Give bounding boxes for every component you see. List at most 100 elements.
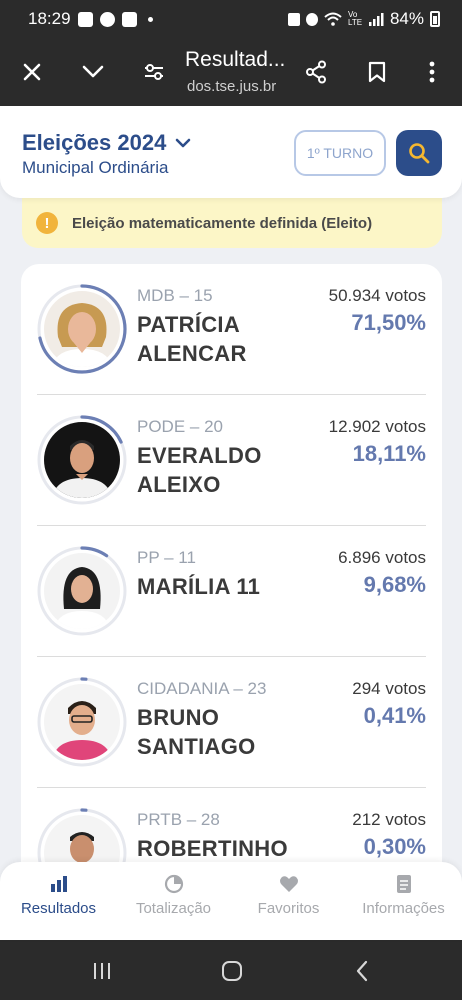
- browser-toolbar: Resultad... dos.tse.jus.br: [0, 38, 462, 106]
- election-title: Eleições 2024: [22, 130, 167, 155]
- nav-informacoes[interactable]: Informações: [346, 874, 461, 934]
- volte-label: Vo LTE: [347, 10, 363, 27]
- candidate-row[interactable]: PP – 11 MARÍLIA 11 6.896 votos 9,68%: [21, 526, 442, 657]
- candidate-photo: [44, 291, 120, 367]
- battery-percent: 84%: [389, 9, 424, 28]
- share-icon: [306, 60, 326, 84]
- site-settings-button[interactable]: [134, 52, 174, 92]
- heart-icon: [279, 876, 298, 892]
- candidate-party: MDB – 15: [137, 286, 213, 305]
- candidate-name-line: ALEIXO: [137, 472, 221, 497]
- close-tab-button[interactable]: [12, 52, 52, 92]
- candidate-photo: [44, 422, 120, 498]
- candidate-row[interactable]: MDB – 15 PATRÍCIA ALENCAR 50.934 votos 7…: [21, 264, 442, 395]
- nav-label: Totalização: [135, 900, 212, 917]
- turno-button[interactable]: 1º TURNO: [294, 130, 386, 176]
- candidate-name-line: EVERALDO: [137, 443, 262, 468]
- status-left: 18:29: [28, 9, 153, 29]
- candidate-party: CIDADANIA – 23: [137, 679, 267, 698]
- search-button[interactable]: [396, 130, 442, 176]
- back-button[interactable]: [348, 958, 376, 984]
- status-bar: 18:29 Vo LTE 84%: [0, 0, 462, 38]
- info-icon: !: [36, 212, 58, 234]
- more-notifications-icon: [147, 16, 153, 22]
- candidate-percent: 0,30%: [363, 834, 426, 859]
- whatsapp-notification-icon: [99, 11, 115, 27]
- candidate-row[interactable]: CIDADANIA – 23 BRUNO SANTIAGO 294 votos …: [21, 657, 442, 788]
- candidate-percent: 18,11%: [352, 441, 426, 466]
- more-options-button[interactable]: [412, 52, 452, 92]
- search-icon: [409, 143, 430, 164]
- alert-text: Eleição matematicamente definida (Eleito…: [72, 214, 373, 232]
- home-icon: [222, 961, 242, 981]
- candidate-percent: 0,41%: [363, 703, 426, 728]
- candidate-percent: 9,68%: [363, 572, 426, 597]
- alarm-icon: [305, 12, 318, 26]
- bottom-navigation: Resultados Totalização Favoritos Informa…: [0, 862, 462, 940]
- nav-label: Informações: [362, 900, 445, 917]
- share-button[interactable]: [296, 52, 336, 92]
- candidate-votes: 50.934 votos: [328, 286, 426, 305]
- page-title: Resultad...: [185, 48, 286, 71]
- election-selector[interactable]: Eleições 2024: [22, 130, 192, 156]
- candidate-avatar-ring: [37, 284, 127, 374]
- candidate-party: PODE – 20: [137, 417, 223, 436]
- battery-icon: [430, 11, 440, 27]
- candidate-party: PP – 11: [137, 548, 196, 567]
- candidate-name-line: BRUNO: [137, 705, 220, 730]
- status-right: Vo LTE 84%: [287, 9, 440, 29]
- nav-favoritos[interactable]: Favoritos: [231, 874, 346, 934]
- chevron-down-icon: [82, 65, 104, 78]
- election-header: Eleições 2024 Municipal Ordinária 1º TUR…: [0, 106, 462, 198]
- more-vertical-icon: [429, 61, 435, 83]
- recent-apps-button[interactable]: [88, 958, 116, 984]
- nav-label: Favoritos: [257, 900, 320, 917]
- candidate-avatar-ring: [37, 677, 127, 767]
- candidate-party: PRTB – 28: [137, 810, 220, 829]
- candidate-photo: [44, 553, 120, 629]
- close-icon: [23, 63, 41, 81]
- candidate-votes: 6.896 votos: [338, 548, 426, 567]
- candidate-row[interactable]: PODE – 20 EVERALDO ALEIXO 12.902 votos 1…: [21, 395, 442, 526]
- document-icon: [396, 875, 411, 893]
- results-list: MDB – 15 PATRÍCIA ALENCAR 50.934 votos 7…: [21, 264, 442, 940]
- minimize-button[interactable]: [73, 52, 113, 92]
- back-icon: [356, 960, 368, 982]
- pie-chart-icon: [164, 874, 183, 894]
- recent-apps-icon: [94, 963, 110, 979]
- status-time: 18:29: [28, 9, 71, 28]
- candidate-avatar-ring: [37, 415, 127, 505]
- nav-label: Resultados: [20, 900, 97, 917]
- candidate-name: ROBERTINHO: [137, 834, 307, 863]
- candidate-name-line: ROBERTINHO: [137, 836, 288, 861]
- bar-chart-icon: [50, 876, 67, 892]
- tune-icon: [145, 64, 163, 80]
- candidate-name: EVERALDO ALEIXO: [137, 441, 307, 499]
- candidate-votes: 12.902 votos: [328, 417, 426, 436]
- wifi-icon: [324, 12, 342, 26]
- candidate-votes: 212 votos: [352, 810, 426, 829]
- page-url[interactable]: dos.tse.jus.br: [187, 78, 276, 95]
- candidate-name-line: PATRÍCIA: [137, 312, 241, 337]
- candidate-name-line: MARÍLIA 11: [137, 574, 261, 599]
- vibrate-icon: [287, 12, 300, 26]
- candidate-photo: [44, 684, 120, 760]
- bookmark-icon: [368, 61, 386, 83]
- gallery-notification-icon: [77, 11, 93, 27]
- home-button[interactable]: [218, 958, 246, 984]
- candidate-name: PATRÍCIA ALENCAR: [137, 310, 307, 368]
- nav-totalizacao[interactable]: Totalização: [116, 874, 231, 934]
- chevron-down-icon: [176, 138, 191, 148]
- election-subtitle: Municipal Ordinária: [22, 158, 169, 177]
- signal-icon: [368, 13, 384, 26]
- page-content: Eleições 2024 Municipal Ordinária 1º TUR…: [0, 106, 462, 940]
- check-notification-icon: [121, 11, 137, 27]
- system-navigation: [0, 940, 462, 1000]
- bookmark-button[interactable]: [357, 52, 397, 92]
- candidate-name-line: SANTIAGO: [137, 734, 256, 759]
- candidate-name-line: ALENCAR: [137, 341, 247, 366]
- candidate-votes: 294 votos: [352, 679, 426, 698]
- nav-resultados[interactable]: Resultados: [1, 874, 116, 934]
- candidate-percent: 71,50%: [351, 310, 426, 335]
- candidate-name: MARÍLIA 11: [137, 572, 307, 601]
